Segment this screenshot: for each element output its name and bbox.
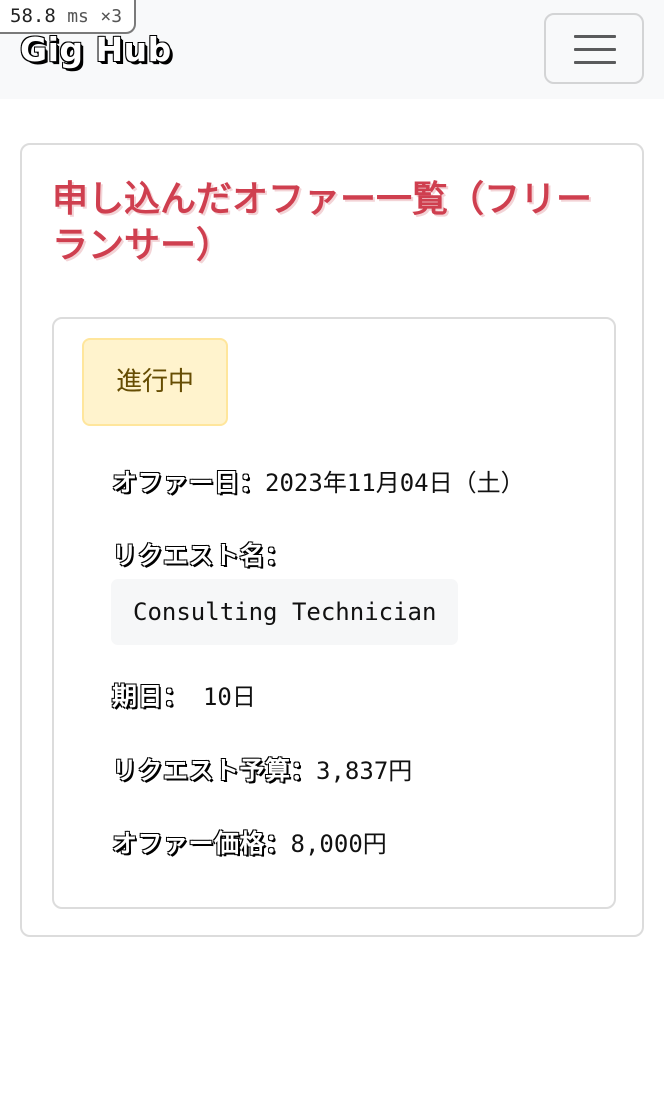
deadline-row: 期日： 10日 — [112, 681, 256, 713]
request-name-value: Consulting Technician — [111, 579, 459, 645]
perf-multiplier: ×3 — [100, 6, 123, 27]
offer-date-row: オファー日：2023年11月04日（土） — [112, 467, 525, 499]
page-title: 申し込んだオファー一覧（フリーランサー） — [52, 179, 593, 266]
offer-price-value: 8,000円 — [290, 830, 387, 858]
request-name-label: リクエスト名： — [112, 541, 291, 570]
budget-label: リクエスト予算： — [112, 756, 317, 785]
deadline-label: 期日： — [112, 682, 189, 711]
offer-price-row: オファー価格：8,000円 — [112, 828, 387, 860]
offers-card: 申し込んだオファー一覧（フリーランサー） 進行中 オファー日：2023年11月0… — [20, 143, 644, 937]
budget-row: リクエスト予算：3,837円 — [112, 755, 412, 787]
offer-date-label: オファー日： — [112, 468, 266, 497]
offer-date-value: 2023年11月04日（土） — [265, 469, 525, 497]
perf-value: 58.8 — [10, 5, 56, 27]
perf-unit: ms — [67, 6, 89, 27]
budget-value: 3,837円 — [316, 757, 413, 785]
offer-card: 進行中 オファー日：2023年11月04日（土） リクエスト名： Consult… — [52, 317, 616, 909]
offer-price-label: オファー価格： — [112, 829, 291, 858]
request-name-row: リクエスト名： — [112, 540, 291, 572]
brand-link[interactable]: Gig Hub — [20, 30, 172, 70]
perf-badge: 58.8 ms ×3 — [0, 0, 137, 34]
navbar-toggler-button[interactable] — [544, 13, 644, 84]
deadline-value: 10日 — [188, 683, 256, 711]
status-badge: 進行中 — [82, 338, 228, 426]
